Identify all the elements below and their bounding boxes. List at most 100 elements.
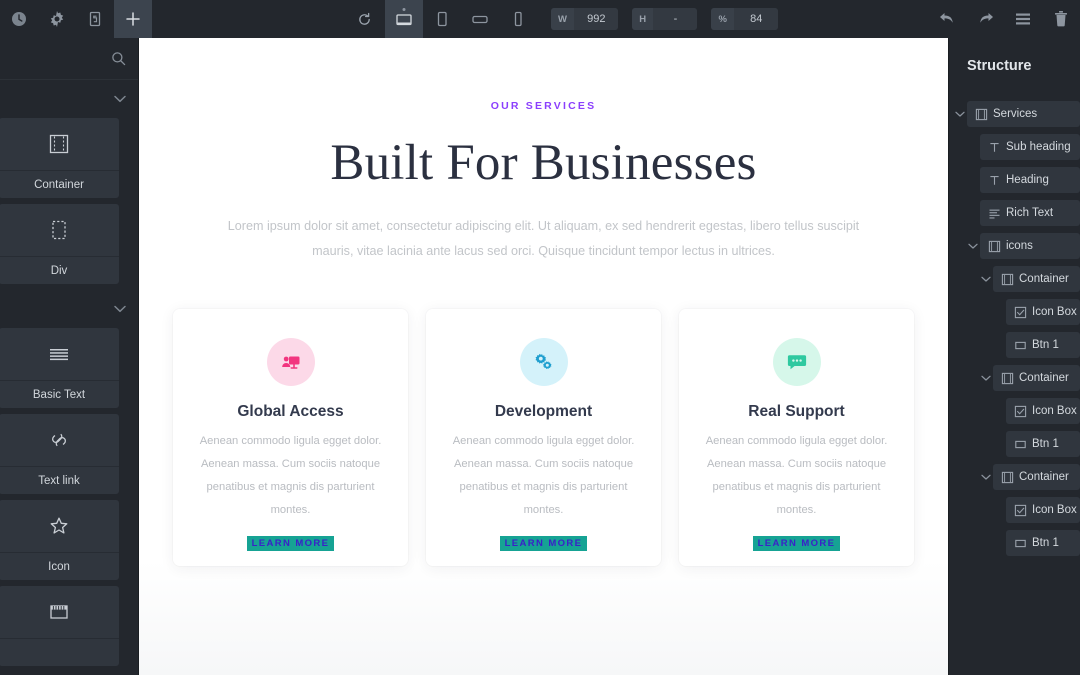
width-field[interactable]: W 992 (551, 8, 619, 30)
card-body-text[interactable]: Aenean commodo ligula egget dolor. Aenea… (196, 430, 386, 522)
structure-tree-item[interactable]: Services (967, 101, 1080, 127)
icon-badge (772, 338, 821, 387)
chevron-down-icon[interactable] (979, 375, 993, 382)
structure-tree-row[interactable]: Icon Box (949, 397, 1080, 425)
structure-tree-item[interactable]: Sub heading (980, 134, 1080, 160)
settings-gear-icon[interactable] (38, 0, 76, 38)
card-title[interactable]: Real Support (748, 403, 844, 421)
card-title[interactable]: Development (495, 403, 592, 421)
history-clock-icon[interactable] (0, 0, 38, 38)
css-style-icon[interactable] (76, 0, 114, 38)
container-icon (975, 108, 993, 121)
element-tile-icon[interactable]: Icon (0, 500, 119, 580)
structure-tree-item[interactable]: Btn 1 (1006, 332, 1080, 358)
learn-more-button[interactable]: LEARN MORE (499, 536, 588, 552)
card-body-text[interactable]: Aenean commodo ligula egget dolor. Aenea… (449, 430, 639, 522)
structure-tree-item[interactable]: icons (980, 233, 1080, 259)
redo-icon[interactable] (966, 0, 1004, 38)
learn-more-button[interactable]: LEARN MORE (752, 536, 841, 552)
structure-tree-item[interactable]: Icon Box (1006, 398, 1080, 424)
structure-tree-row[interactable]: Btn 1 (949, 331, 1080, 359)
mobile-portrait-icon[interactable] (499, 0, 537, 38)
structure-tree-item[interactable]: Rich Text (980, 200, 1080, 226)
desktop-icon[interactable] (385, 0, 423, 38)
toolbar-right-group (928, 0, 1080, 38)
card-title[interactable]: Global Access (237, 403, 343, 421)
top-toolbar: W 992 H - % 84 (0, 0, 1080, 38)
element-tile-basic-text[interactable]: Basic Text (0, 328, 119, 408)
structure-tree-item-label: Container (1019, 372, 1069, 384)
structure-tree-row[interactable]: Container (949, 265, 1080, 293)
service-card[interactable]: Development Aenean commodo ligula egget … (426, 309, 661, 567)
structure-tree-row[interactable]: Btn 1 (949, 430, 1080, 458)
zoom-field[interactable]: % 84 (711, 8, 779, 30)
structure-tree-item-label: Btn 1 (1032, 339, 1059, 351)
structure-tree-item[interactable]: Container (993, 365, 1080, 391)
service-card[interactable]: Real Support Aenean commodo ligula egget… (679, 309, 914, 567)
layout-section-header[interactable] (0, 80, 138, 118)
typography-section-header[interactable] (0, 290, 138, 328)
structure-tree-row[interactable]: Icon Box (949, 496, 1080, 524)
undo-icon[interactable] (928, 0, 966, 38)
structure-tree-row[interactable]: Services (949, 100, 1080, 128)
section-eyebrow[interactable]: OUR SERVICES (139, 100, 948, 112)
card-body-text[interactable]: Aenean commodo ligula egget dolor. Aenea… (702, 430, 892, 522)
service-card[interactable]: Global Access Aenean commodo ligula egge… (173, 309, 408, 567)
structure-tree-item-label: Heading (1006, 174, 1049, 186)
learn-more-button[interactable]: LEARN MORE (246, 536, 335, 552)
page-title[interactable]: Built For Businesses (139, 134, 948, 192)
button-icon (1014, 537, 1032, 550)
gears-icon (535, 354, 551, 370)
structure-tree-item[interactable]: Heading (980, 167, 1080, 193)
add-plus-icon[interactable] (114, 0, 152, 38)
structure-tree-row[interactable]: Heading (949, 166, 1080, 194)
element-tile-video[interactable] (0, 586, 119, 666)
chevron-down-icon[interactable] (966, 243, 980, 250)
structure-tree-item-label: icons (1006, 240, 1033, 252)
width-field-label: W (551, 8, 575, 30)
structure-tree-row[interactable]: Icon Box (949, 298, 1080, 326)
structure-tree-item-label: Icon Box (1032, 405, 1077, 417)
element-tile-container[interactable]: Container (0, 118, 119, 198)
structure-tree-item-label: Container (1019, 471, 1069, 483)
height-field[interactable]: H - (632, 8, 698, 30)
chevron-down-icon[interactable] (979, 276, 993, 283)
container-icon (1001, 372, 1019, 385)
chevron-down-icon[interactable] (953, 111, 967, 118)
structure-tree-item[interactable]: Container (993, 464, 1080, 490)
structure-tree-row[interactable]: icons (949, 232, 1080, 260)
search-input[interactable] (0, 38, 138, 80)
hamburger-menu-icon[interactable] (1004, 0, 1042, 38)
structure-tree-item[interactable]: Icon Box (1006, 497, 1080, 523)
structure-tree-item-label: Icon Box (1032, 504, 1077, 516)
link-icon (0, 414, 119, 466)
element-tile-div[interactable]: Div (0, 204, 119, 284)
structure-tree-item[interactable]: Btn 1 (1006, 431, 1080, 457)
container-icon (988, 240, 1006, 253)
height-field-value[interactable]: - (653, 8, 698, 30)
element-tile-text-link[interactable]: Text link (0, 414, 119, 494)
basic-text-icon (0, 328, 119, 380)
designer-app: W 992 H - % 84 Container Div Basic Text … (0, 0, 1080, 675)
structure-tree-item[interactable]: Btn 1 (1006, 530, 1080, 556)
tablet-icon[interactable] (423, 0, 461, 38)
structure-tree-row[interactable]: Container (949, 364, 1080, 392)
chevron-down-icon[interactable] (979, 474, 993, 481)
structure-tree-row[interactable]: Btn 1 (949, 529, 1080, 557)
zoom-field-value[interactable]: 84 (734, 8, 779, 30)
structure-tree-row[interactable]: Sub heading (949, 133, 1080, 161)
section-lede-text[interactable]: Lorem ipsum dolor sit amet, consectetur … (214, 214, 874, 264)
icon-badge (519, 338, 568, 387)
structure-tree-item[interactable]: Container (993, 266, 1080, 292)
container-icon (1001, 471, 1019, 484)
structure-tree-row[interactable]: Rich Text (949, 199, 1080, 227)
refresh-icon[interactable] (345, 0, 383, 38)
structure-tree-row[interactable]: Container (949, 463, 1080, 491)
mobile-landscape-icon[interactable] (461, 0, 499, 38)
container-icon (1001, 273, 1019, 286)
structure-tree-item[interactable]: Icon Box (1006, 299, 1080, 325)
trash-icon[interactable] (1042, 0, 1080, 38)
width-field-value[interactable]: 992 (574, 8, 619, 30)
design-canvas[interactable]: OUR SERVICES Built For Businesses Lorem … (139, 38, 948, 675)
element-tile-label (0, 638, 119, 666)
